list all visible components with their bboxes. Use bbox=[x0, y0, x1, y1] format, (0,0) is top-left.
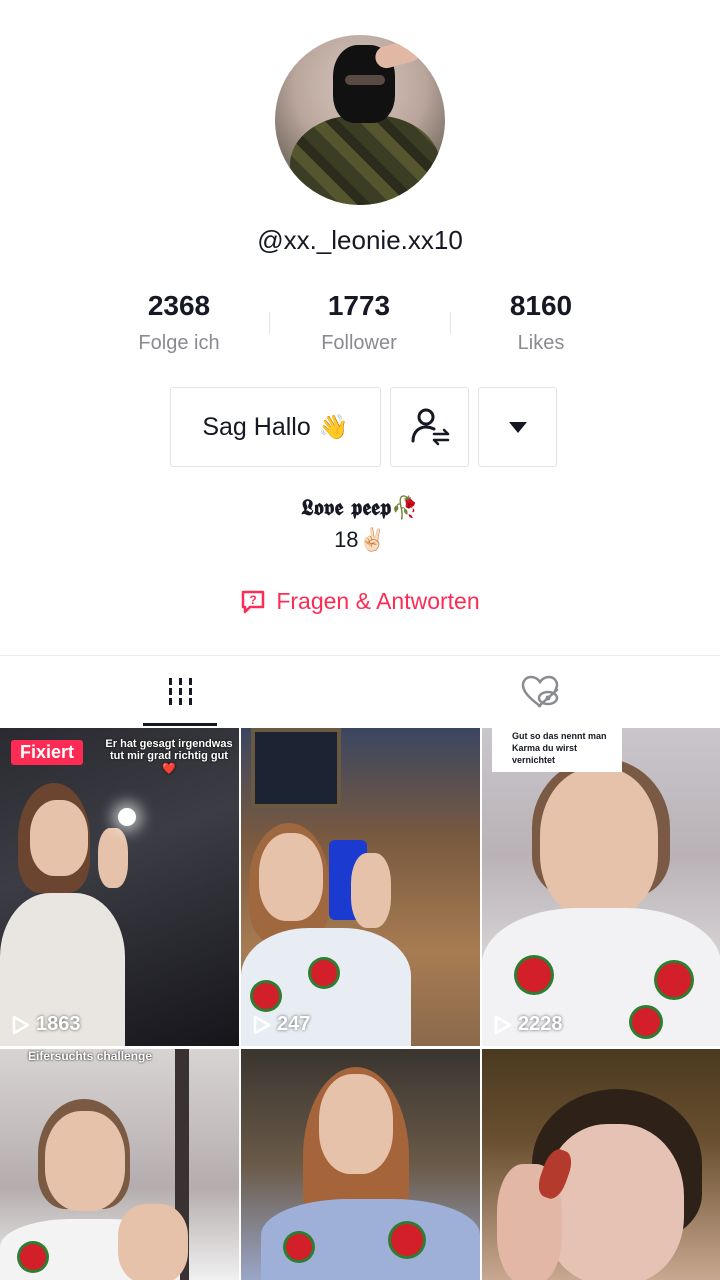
action-buttons: Sag Hallo 👋 bbox=[0, 387, 720, 467]
pinned-badge: Fixiert bbox=[11, 740, 84, 765]
more-dropdown-button[interactable] bbox=[478, 387, 557, 467]
active-tab-indicator bbox=[143, 723, 217, 726]
stat-likes[interactable]: 8160 Likes bbox=[451, 290, 631, 355]
view-count-value: 2228 bbox=[518, 1013, 563, 1035]
video-thumbnail[interactable]: 247 bbox=[241, 728, 480, 1046]
profile-tabs bbox=[0, 656, 720, 728]
view-count: 247 bbox=[253, 1013, 310, 1036]
username: @xx._leonie.xx10 bbox=[257, 225, 463, 255]
stat-likes-label: Likes bbox=[517, 332, 565, 354]
video-thumbnail[interactable]: Fixiert Er hat gesagt irgendwas tut mir … bbox=[0, 728, 239, 1046]
stat-followers-label: Follower bbox=[321, 332, 397, 354]
wave-emoji: 👋 bbox=[318, 413, 349, 441]
tab-videos[interactable] bbox=[0, 656, 360, 728]
profile-avatar[interactable] bbox=[275, 35, 445, 205]
tab-liked[interactable] bbox=[360, 656, 720, 728]
video-thumbnail[interactable]: Eifersuchts challenge bbox=[0, 1049, 239, 1280]
phone-flash bbox=[118, 808, 136, 826]
play-icon bbox=[253, 1015, 271, 1034]
video-thumbnail[interactable] bbox=[241, 1049, 480, 1280]
stat-following-label: Folge ich bbox=[138, 332, 220, 354]
stat-divider bbox=[269, 312, 270, 334]
avatar-hand bbox=[372, 37, 424, 71]
videos-grid-icon bbox=[168, 678, 192, 706]
video-thumbnail[interactable] bbox=[482, 1049, 720, 1280]
say-hello-label: Sag Hallo bbox=[202, 412, 311, 441]
bio: 𝕷𝖔𝖛𝖊 𝖕𝖊𝖊𝖕🥀 18✌🏻 bbox=[0, 495, 720, 553]
stat-followers[interactable]: 1773 Follower bbox=[269, 290, 449, 355]
say-hello-button[interactable]: Sag Hallo 👋 bbox=[170, 387, 381, 467]
question-box-icon: ? bbox=[242, 590, 265, 613]
video-grid: Fixiert Er hat gesagt irgendwas tut mir … bbox=[0, 728, 720, 1280]
view-count: 1863 bbox=[12, 1013, 81, 1036]
stat-likes-value: 8160 bbox=[509, 290, 573, 321]
play-icon bbox=[12, 1015, 30, 1034]
stat-following-value: 2368 bbox=[147, 290, 211, 321]
comment-reply-bubble: Gut so das nennt man Karma du wirst vern… bbox=[492, 728, 622, 772]
view-count-value: 247 bbox=[277, 1013, 311, 1035]
person-swap-icon bbox=[411, 408, 449, 446]
avatar-jacket bbox=[290, 115, 440, 205]
qa-label: Fragen & Antworten bbox=[276, 588, 480, 614]
view-count: 2228 bbox=[494, 1013, 563, 1036]
stat-followers-value: 1773 bbox=[327, 290, 391, 321]
qa-link[interactable]: ? Fragen & Antworten bbox=[0, 588, 720, 615]
video-caption: Eifersuchts challenge bbox=[28, 1049, 153, 1063]
svg-text:?: ? bbox=[250, 593, 257, 607]
liked-hidden-icon bbox=[521, 675, 559, 708]
stats-row: 2368 Folge ich 1773 Follower 8160 Likes bbox=[0, 290, 720, 370]
stat-divider bbox=[450, 312, 451, 334]
video-caption: Er hat gesagt irgendwas tut mir grad ric… bbox=[105, 738, 233, 775]
dropdown-triangle-icon bbox=[508, 421, 527, 433]
follow-status-button[interactable] bbox=[390, 387, 469, 467]
video-thumbnail[interactable]: Gut so das nennt man Karma du wirst vern… bbox=[482, 728, 720, 1046]
bio-line-1: 𝕷𝖔𝖛𝖊 𝖕𝖊𝖊𝖕🥀 bbox=[301, 495, 419, 521]
bio-line-2: 18✌🏻 bbox=[334, 527, 386, 552]
view-count-value: 1863 bbox=[36, 1013, 81, 1035]
window bbox=[251, 728, 341, 808]
play-icon bbox=[494, 1015, 512, 1034]
avatar-eyes bbox=[345, 75, 385, 85]
stat-following[interactable]: 2368 Folge ich bbox=[89, 290, 269, 355]
